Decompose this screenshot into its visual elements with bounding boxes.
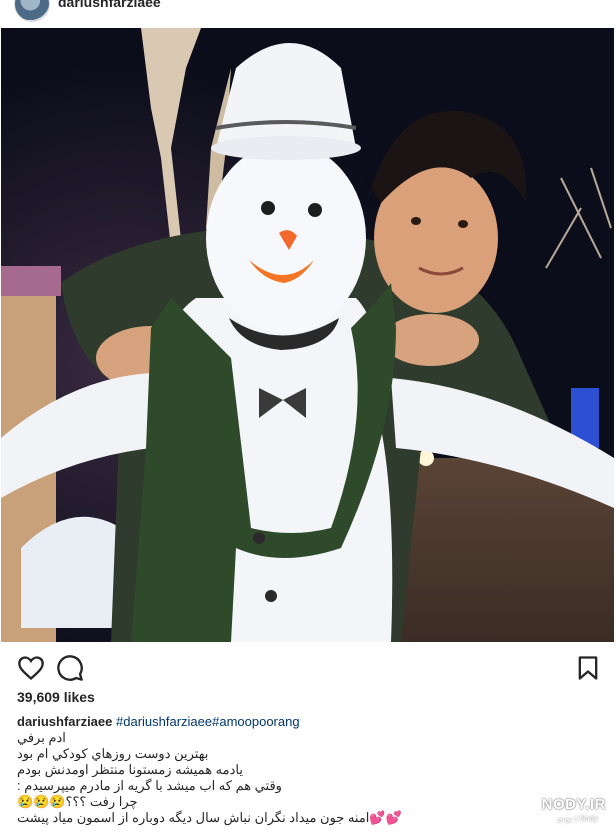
watermark-logo: NODY.IR bbox=[541, 796, 606, 813]
post-photo[interactable] bbox=[1, 28, 614, 642]
caption-line: ادم برفي bbox=[17, 730, 66, 745]
post-actions bbox=[0, 642, 616, 692]
caption-line: يادمه هميشه زمستونا منتظر اومدنش بودم bbox=[17, 762, 243, 777]
post-header: dariushfarziaee bbox=[0, 0, 616, 28]
watermark-subtext: نودی | Nody bbox=[556, 814, 598, 823]
caption-line: بهترين دوست روزهاي كودكي ام بود bbox=[17, 746, 209, 761]
caption-line: وقتي هم كه اب ميشد با گريه از مادرم ميپر… bbox=[17, 778, 282, 793]
caption-text: ادم برفي بهترين دوست روزهاي كودكي ام بود… bbox=[17, 730, 607, 826]
caption-line: چرا رفت ؟؟؟😢😢😢 bbox=[17, 794, 138, 809]
caption-username[interactable]: dariushfarziaee bbox=[17, 714, 112, 729]
heart-icon[interactable] bbox=[17, 654, 45, 682]
header-username[interactable]: dariushfarziaee bbox=[58, 0, 161, 10]
comment-bubble-icon[interactable] bbox=[56, 654, 84, 682]
snowman-photo bbox=[1, 28, 614, 642]
caption-hashtags[interactable]: #dariushfarziaee#amoopoorang bbox=[116, 714, 300, 729]
like-count[interactable]: 39,609 likes bbox=[17, 689, 95, 705]
caption-line: 💕💕امنه جون ميداد نگران نباش سال ديگه دوب… bbox=[17, 810, 402, 825]
post-caption: dariushfarziaee #dariushfarziaee#amoopoo… bbox=[17, 714, 607, 826]
profile-avatar[interactable] bbox=[14, 0, 50, 22]
bookmark-icon[interactable] bbox=[574, 654, 602, 682]
